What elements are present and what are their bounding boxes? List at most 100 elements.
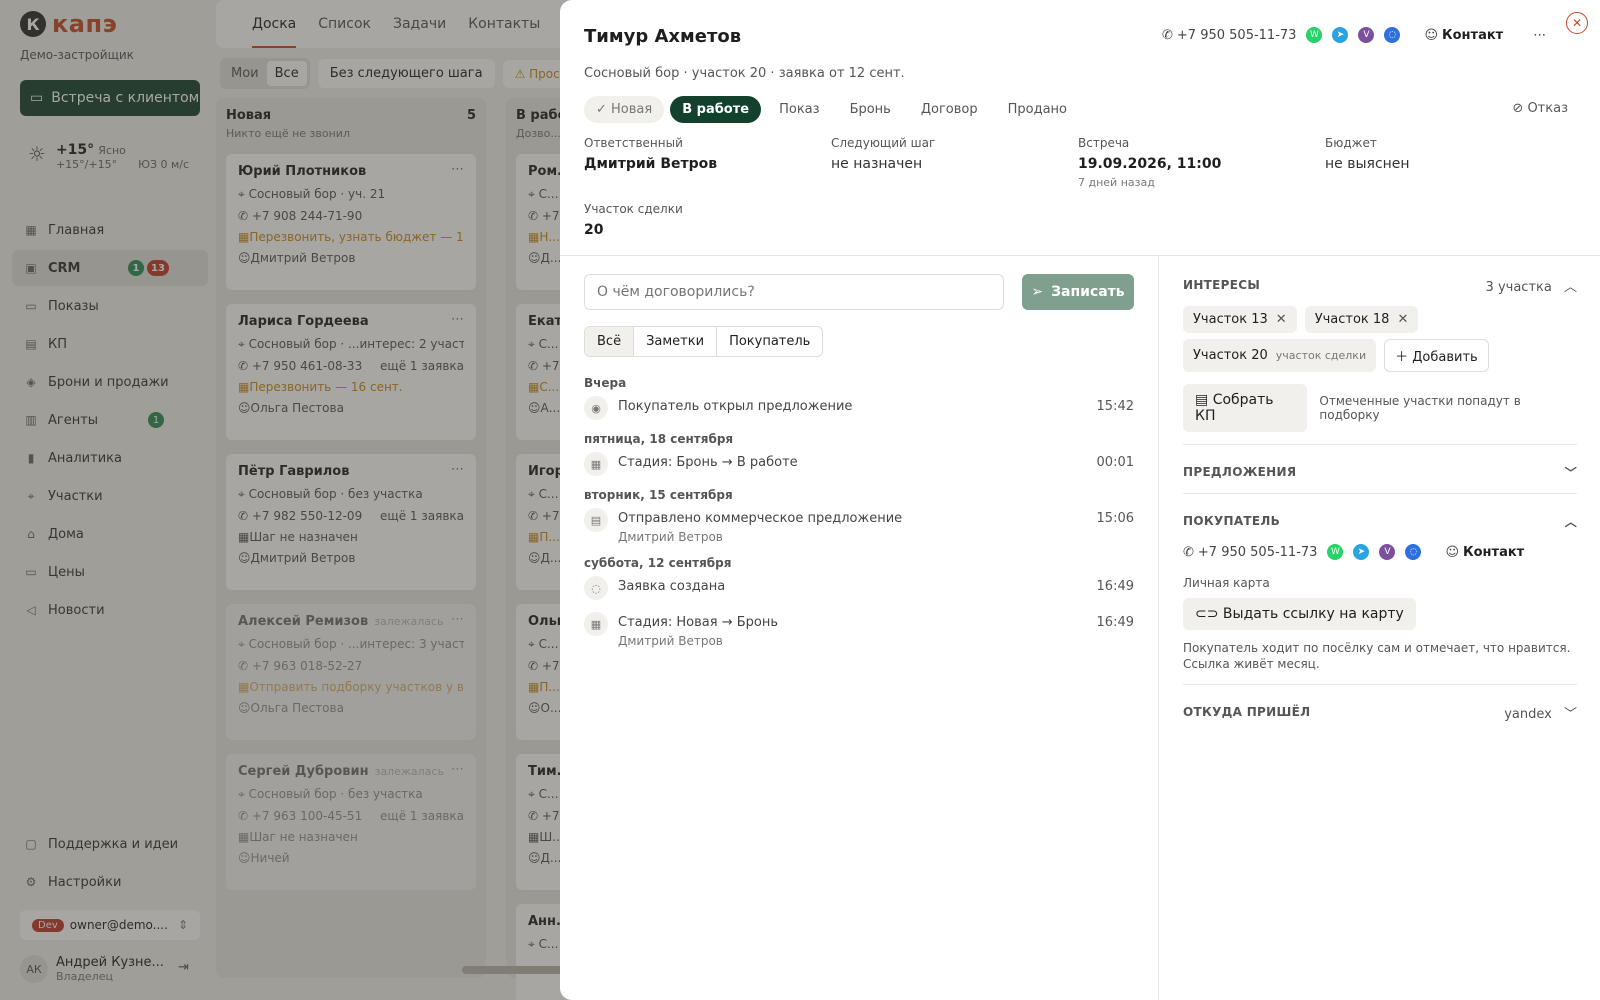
feed-event: ▦ Стадия: Бронь → В работе 00:01 (584, 452, 1134, 476)
info-plot: Участок сделки 20 (584, 202, 683, 238)
chip-label: Участок 18 (1314, 312, 1390, 327)
check-icon: ✓ (596, 102, 612, 117)
add-interest-button[interactable]: ＋ Добавить (1384, 339, 1489, 372)
person-icon: ☺ (1424, 27, 1438, 43)
lead-panel: ✕ Тимур Ахметов Сосновый бор · участок 2… (560, 0, 1600, 1000)
info-key: Следующий шаг (831, 136, 936, 150)
lead-phone[interactable]: +7 950 505-11-73 (1177, 28, 1297, 43)
feed-event: ▦ Стадия: Новая → Бронь Дмитрий Ветров 16:4… (584, 612, 1134, 648)
share-card-link-button[interactable]: ⊂⊃ Выдать ссылку на карту (1183, 598, 1416, 630)
add-label: Добавить (1412, 350, 1478, 365)
section-title: ОТКУДА ПРИШЁЛ (1183, 705, 1311, 719)
tab-buyer[interactable]: Покупатель (717, 327, 822, 356)
chevron-up-icon: ︿ (1564, 514, 1577, 529)
stage-label: В работе (682, 102, 750, 117)
feed-event-time: 16:49 (1096, 579, 1134, 594)
interests-count: 3 участка (1485, 279, 1552, 295)
divider (1183, 684, 1577, 685)
viber-icon[interactable]: V (1379, 544, 1396, 560)
kp-row: ▤ Собрать КП Отмеченные участки попадут … (1183, 384, 1577, 432)
info-key: Участок сделки (584, 202, 683, 216)
stage-1[interactable]: В работе (670, 96, 762, 123)
telegram-icon[interactable]: ➤ (1332, 27, 1349, 43)
stage-3[interactable]: Бронь (838, 96, 903, 123)
chevron-down-icon: ﹀ (1563, 706, 1577, 722)
remove-icon[interactable]: ✕ (1276, 312, 1287, 327)
remove-icon[interactable]: ✕ (1397, 312, 1408, 327)
info-value[interactable]: Дмитрий Ветров (584, 156, 717, 172)
document-icon: ▤ (584, 508, 608, 532)
buyer-header[interactable]: ПОКУПАТЕЛЬ ︿ (1183, 506, 1577, 536)
share-card-label: Выдать ссылку на карту (1222, 606, 1404, 622)
feed-day: суббота, 12 сентября (584, 556, 732, 570)
whatsapp-icon[interactable]: W (1306, 27, 1323, 43)
stage-4[interactable]: Договор (909, 96, 990, 123)
phone-icon: ✆ (1183, 544, 1194, 560)
stage-label: Договор (920, 102, 978, 117)
section-title: ПОКУПАТЕЛЬ (1183, 514, 1281, 528)
stage-5[interactable]: Продано (996, 96, 1079, 123)
info-key: Ответственный (584, 136, 683, 150)
lead-contacts: ✆ +7 950 505-11-73 W ➤ V ◌ ☺ Контакт ⋯ (1162, 27, 1546, 43)
offers-header[interactable]: ПРЕДЛОЖЕНИЯ ﹀ (1183, 457, 1577, 487)
personal-card-label: Личная карта (1183, 576, 1270, 590)
divider (560, 255, 1600, 256)
stage-pipeline: ✓ Новая В работе Показ Бронь Договор Продано (584, 96, 1079, 123)
info-field: Следующий шаг не назначен (831, 136, 935, 172)
stage-2[interactable]: Показ (767, 96, 831, 123)
person-icon: ☺ (1445, 544, 1459, 560)
buyer-phone[interactable]: +7 950 505-11-73 (1198, 545, 1318, 560)
feed-day: вторник, 15 сентября (584, 488, 733, 502)
interest-chip: Участок 18 ✕ (1304, 306, 1419, 333)
ban-icon: ⊘ (1512, 101, 1524, 116)
kp-note: Отмеченные участки попадут в подборку (1319, 394, 1521, 422)
more-options-icon[interactable]: ⋯ (1533, 28, 1546, 43)
chip-label: Участок 20 (1193, 348, 1268, 363)
feed-event-body: Отправлено коммерческое предложение Дмитр… (618, 508, 902, 544)
note-input[interactable] (584, 274, 1004, 310)
info-field: Бюджет не выяснен (1325, 136, 1410, 172)
feed-event: ◉ Покупатель открыл предложение 15:42 (584, 396, 1134, 420)
contact-button[interactable]: Контакт (1442, 28, 1503, 43)
stage-label: Продано (1007, 102, 1068, 117)
feed-event-body: Стадия: Бронь → В работе (618, 452, 798, 470)
chip-tag: участок сделки (1275, 349, 1367, 362)
activity-feed: Вчера ◉ Покупатель открыл предложение 15:42… (584, 370, 1134, 660)
tab-notes[interactable]: Заметки (634, 327, 718, 356)
info-value[interactable]: 19.09.2026, 11:00 (1078, 156, 1221, 172)
feed-event-time: 15:06 (1096, 511, 1134, 526)
chat-icon[interactable]: ◌ (1405, 544, 1422, 560)
stage-0[interactable]: ✓ Новая (584, 96, 665, 123)
source-header[interactable]: ОТКУДА ПРИШЁЛ yandex ﹀ (1183, 697, 1577, 727)
interests-header[interactable]: ИНТЕРЕСЫ 3 участка ︿ (1183, 270, 1577, 300)
section-title: ПРЕДЛОЖЕНИЯ (1183, 465, 1297, 479)
save-note-label: Записать (1051, 284, 1125, 300)
lead-sidebar: ИНТЕРЕСЫ 3 участка ︿ Участок 13 ✕ Участок… (1183, 270, 1577, 727)
calendar-icon: ▦ (584, 452, 608, 476)
info-value[interactable]: не назначен (831, 156, 935, 172)
info-key: Бюджет (1325, 136, 1377, 150)
feed-day: Вчера (584, 376, 627, 390)
whatsapp-icon[interactable]: W (1327, 544, 1344, 560)
telegram-icon[interactable]: ➤ (1353, 544, 1370, 560)
buyer-contact-button[interactable]: Контакт (1463, 545, 1524, 560)
feed-event-author: Дмитрий Ветров (618, 530, 723, 544)
deal-chip: Участок 20 участок сделки (1183, 339, 1377, 372)
save-note-button[interactable]: ➢ Записать (1022, 274, 1134, 310)
info-value[interactable]: не выяснен (1325, 156, 1410, 172)
divider (1158, 256, 1159, 1000)
calendar-icon: ▦ (584, 612, 608, 636)
viber-icon[interactable]: V (1358, 27, 1375, 43)
tab-all[interactable]: Всё (585, 327, 635, 356)
document-icon: ▤ (1195, 392, 1209, 408)
feed-event-text: Стадия: Новая → Бронь (618, 615, 779, 630)
feed-event-time: 00:01 (1096, 455, 1134, 470)
refuse-button[interactable]: ⊘ Отказ (1512, 101, 1568, 116)
chat-icon[interactable]: ◌ (1384, 27, 1401, 43)
build-kp-button[interactable]: ▤ Собрать КП (1183, 384, 1308, 432)
feed-event: ◌ Заявка создана 16:49 (584, 576, 1134, 600)
stage-label: Новая (611, 102, 653, 117)
feed-event-body: Покупатель открыл предложение (618, 396, 852, 414)
stage-label: Бронь (849, 102, 891, 117)
close-icon[interactable]: ✕ (1566, 12, 1588, 34)
